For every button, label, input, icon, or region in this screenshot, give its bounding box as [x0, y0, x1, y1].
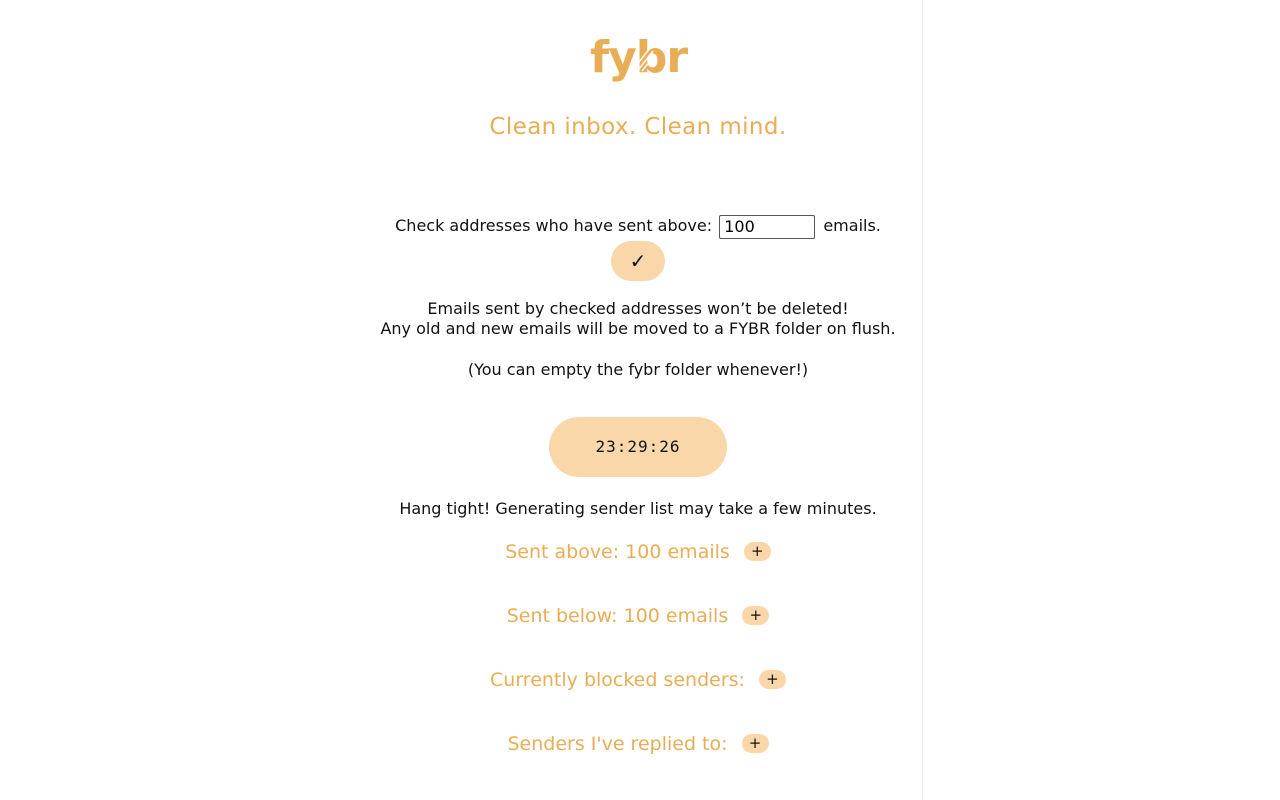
expand-replied-senders-button[interactable]: +	[741, 734, 769, 753]
checkmark-icon: ✓	[629, 249, 647, 273]
expand-blocked-senders-button[interactable]: +	[758, 670, 786, 689]
timer-button[interactable]: 23:29:26	[549, 417, 727, 477]
expand-sent-below-button[interactable]: +	[742, 606, 770, 625]
threshold-input[interactable]	[719, 214, 816, 239]
expand-sent-above-button[interactable]: +	[743, 542, 771, 561]
confirm-threshold-button[interactable]: ✓	[611, 241, 665, 281]
blank-side-area	[923, 0, 1280, 800]
threshold-label: Check addresses who have sent above:	[395, 216, 713, 235]
section-label: Currently blocked senders:	[490, 669, 745, 691]
section-label: Sent below: 100 emails	[506, 605, 729, 627]
section-label: Sent above: 100 emails	[505, 541, 730, 563]
threshold-unit-label: emails.	[823, 216, 881, 235]
svg-text:fybr: fybr	[590, 32, 688, 83]
section-label: Senders I've replied to:	[507, 733, 728, 755]
main-panel: fybr Clean inbox. Clean mind. Check addr…	[0, 0, 923, 800]
fybr-logo: fybr	[590, 32, 688, 83]
